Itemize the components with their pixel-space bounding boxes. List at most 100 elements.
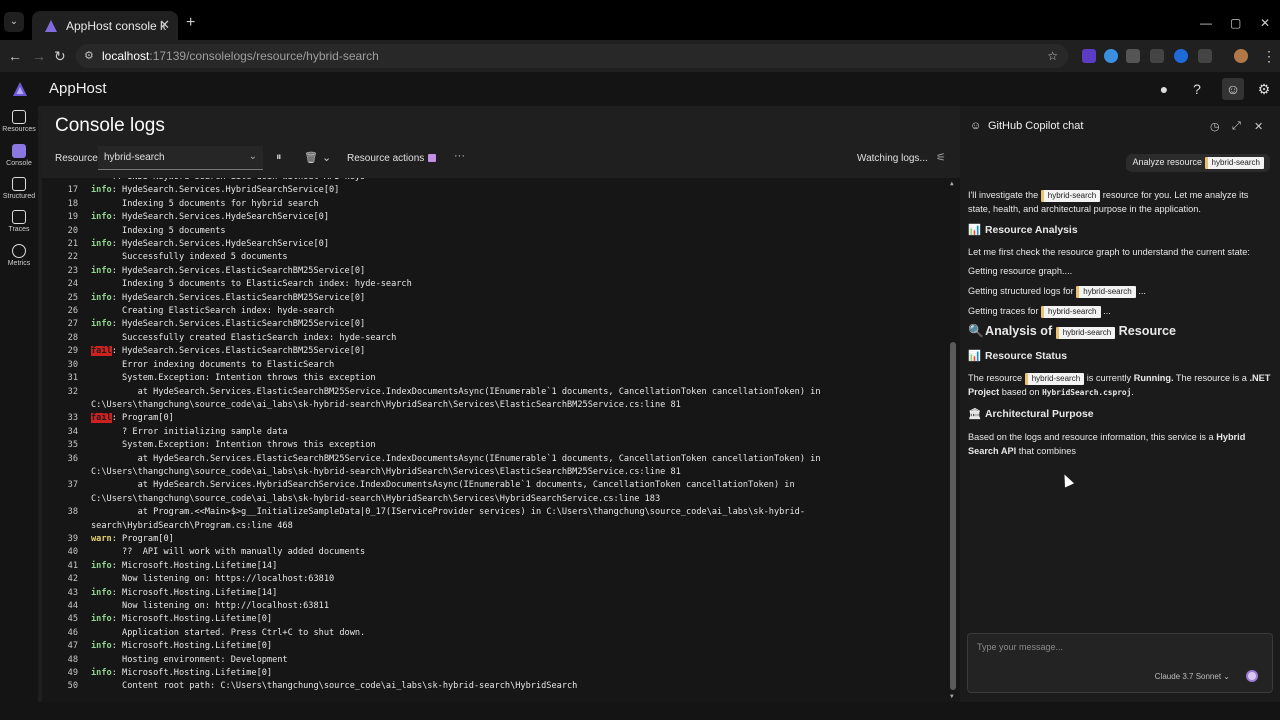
nav-metrics[interactable]: Metrics <box>0 244 38 267</box>
send-button[interactable] <box>1246 670 1258 682</box>
line-number: 39 <box>67 533 78 544</box>
log-text: at Program.<<Main>$>g__InitializeSampleD… <box>91 507 806 531</box>
building-icon: 🏛 <box>968 409 982 420</box>
camera-icon[interactable] <box>1126 49 1140 63</box>
log-text: : HydeSearch.Services.ElasticSearchBM25S… <box>111 346 366 357</box>
close-window-icon[interactable]: ✕ <box>1260 16 1270 30</box>
resource-select[interactable]: hybrid-search ⌄ <box>98 146 263 170</box>
history-icon[interactable]: ◷ <box>1210 120 1220 133</box>
extension-3-icon[interactable] <box>1150 49 1164 63</box>
console-logs-panel: Console logs Resource hybrid-search ⌄ ⏸ … <box>42 106 960 702</box>
line-number: 24 <box>67 279 78 290</box>
github-icon[interactable]: ● <box>1156 81 1172 97</box>
log-line: 48 Hosting environment: Development <box>42 654 942 667</box>
log-line: 25 info: HydeSearch.Services.ElasticSearc… <box>42 292 942 305</box>
extension-1-icon[interactable] <box>1082 49 1096 63</box>
tab-search-button[interactable]: ⌄ <box>4 12 24 32</box>
close-copilot-icon[interactable]: ✕ <box>1254 120 1263 133</box>
resource-chip[interactable]: hybrid-search <box>1040 190 1101 202</box>
scroll-down-icon[interactable]: ▼ <box>950 693 954 700</box>
csproj-code: HybridSearch.csproj <box>1042 388 1132 397</box>
log-line: 40 ?? API will work with manually added … <box>42 546 942 559</box>
resources-icon <box>12 110 26 124</box>
resource-chip[interactable]: hybrid-search <box>1076 286 1136 298</box>
settings-gear-icon[interactable]: ⚙ <box>1256 81 1272 97</box>
chat-input-placeholder: Type your message... <box>977 642 1064 652</box>
log-line: 41 info: Microsoft.Hosting.Lifetime[14] <box>42 560 942 573</box>
line-number: 25 <box>67 292 78 303</box>
log-line: 39 warn: Program[0] <box>42 533 942 546</box>
log-text: : HydeSearch.Services.HydeSearchService[… <box>111 212 330 223</box>
resource-chip[interactable]: hybrid-search <box>1204 157 1264 169</box>
copilot-icon[interactable]: ☺ <box>1222 78 1244 100</box>
new-tab-icon[interactable]: + <box>186 14 195 32</box>
extension-2-icon[interactable] <box>1104 49 1118 63</box>
line-number: 31 <box>67 373 78 384</box>
scroll-thumb[interactable] <box>950 342 956 690</box>
nav-structured[interactable]: Structured <box>0 177 38 200</box>
log-text: Hosting environment: Development <box>91 654 288 665</box>
stop-resource-icon[interactable] <box>428 154 436 162</box>
line-number: 17 <box>67 185 78 196</box>
log-level-info: info <box>91 668 112 679</box>
log-level-info: info <box>91 587 112 598</box>
log-level-info: info <box>91 614 112 625</box>
magnifier-icon: 🔍 <box>968 324 984 338</box>
log-level-warn: warn <box>91 533 112 544</box>
browser-menu-icon[interactable]: ⋮ <box>1262 48 1276 65</box>
log-scrollbar[interactable]: ▲ ▼ <box>950 178 956 702</box>
nav-console[interactable]: Console <box>0 144 38 167</box>
url-field[interactable]: ⚙ localhost:17139/consolelogs/resource/h… <box>76 44 1068 68</box>
log-settings-icon[interactable]: ⚟ <box>936 151 946 164</box>
clear-menu-chevron-icon[interactable]: ⌄ <box>322 151 331 164</box>
line-number: 41 <box>67 560 78 571</box>
resource-chip[interactable]: hybrid-search <box>1055 327 1116 339</box>
clear-logs-icon[interactable]: 🗑 <box>304 151 318 164</box>
log-line: 47 info: Microsoft.Hosting.Lifetime[0] <box>42 640 942 653</box>
log-text: Successfully created ElasticSearch index… <box>91 332 397 343</box>
model-select[interactable]: Claude 3.7 Sonnet ⌄ <box>1155 672 1230 681</box>
close-tab-icon[interactable]: ✕ <box>159 17 170 33</box>
extension-4-icon[interactable] <box>1174 49 1188 63</box>
resource-chip[interactable]: hybrid-search <box>1041 306 1101 318</box>
browser-tab[interactable]: AppHost console logs (hybrid- ✕ <box>32 11 178 40</box>
log-line: 26 Creating ElasticSearch index: hyde-se… <box>42 305 942 318</box>
chat-input-box[interactable]: Type your message... Claude 3.7 Sonnet ⌄ <box>967 633 1273 693</box>
help-icon[interactable]: ? <box>1189 81 1205 97</box>
maximize-icon[interactable]: ▢ <box>1230 16 1241 30</box>
minimize-icon[interactable]: — <box>1200 16 1212 30</box>
bookmark-star-icon[interactable]: ☆ <box>1047 44 1058 68</box>
line-number: 21 <box>67 239 78 250</box>
line-number: 36 <box>67 453 78 464</box>
resource-chip[interactable]: hybrid-search <box>1024 373 1085 385</box>
site-info-icon[interactable]: ⚙ <box>84 44 94 68</box>
line-number: 37 <box>67 480 78 491</box>
scroll-up-icon[interactable]: ▲ <box>950 180 954 187</box>
reload-icon[interactable]: ↻ <box>54 48 66 65</box>
user-message: Analyze resource hybrid-search <box>1126 154 1270 172</box>
line-number: 43 <box>67 587 78 598</box>
line-number: 49 <box>67 668 78 679</box>
nav-traces[interactable]: Traces <box>0 210 38 233</box>
extensions-puzzle-icon[interactable] <box>1198 49 1212 63</box>
heading-resource-status: 📊 Resource Status <box>968 351 1067 362</box>
log-viewer[interactable]: ?? UNDS Keyword search aite doin without… <box>42 178 960 702</box>
expand-icon[interactable]: ⤢ <box>1232 120 1241 133</box>
profile-avatar[interactable] <box>1234 49 1248 63</box>
log-level-fail: fail <box>91 346 112 357</box>
reply-status: The resource hybrid-search is currently … <box>968 373 1271 397</box>
log-line: 22 Successfully indexed 5 documents <box>42 251 942 264</box>
address-bar-row: ← → ↻ ⚙ localhost:17139/consolelogs/reso… <box>0 40 1280 72</box>
log-level-info: info <box>91 212 112 223</box>
forward-icon[interactable]: → <box>32 48 46 64</box>
log-line: 32 at HydeSearch.Services.ElasticSearchB… <box>42 386 942 413</box>
back-icon[interactable]: ← <box>8 48 22 64</box>
pause-icon[interactable]: ⏸ <box>276 151 282 164</box>
copilot-logo-icon: ☺ <box>970 120 982 132</box>
log-line: 34 ? Error initializing sample data <box>42 426 942 439</box>
more-actions-icon[interactable]: ··· <box>454 150 465 162</box>
bottom-strip <box>0 702 1280 720</box>
log-text: ? Error initializing sample data <box>91 426 288 437</box>
log-line: 38 at Program.<<Main>$>g__InitializeSamp… <box>42 506 942 533</box>
nav-resources[interactable]: Resources <box>0 110 38 133</box>
